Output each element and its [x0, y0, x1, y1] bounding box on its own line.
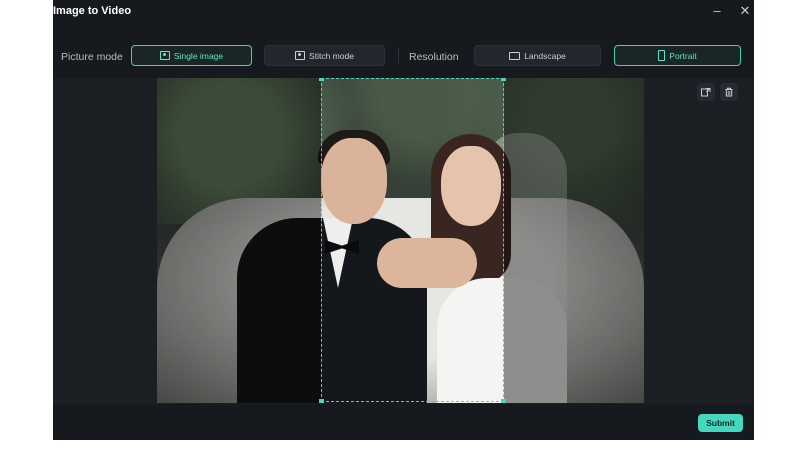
- portrait-label: Portrait: [669, 50, 697, 61]
- crop-mask-left: [157, 78, 321, 403]
- portrait-icon: [658, 50, 666, 61]
- toolbar-divider: [398, 48, 399, 63]
- picture-mode-label: Picture mode: [61, 51, 123, 63]
- image-icon: [159, 51, 170, 60]
- single-image-button[interactable]: Single image: [131, 45, 252, 66]
- crop-mask-right: [504, 78, 644, 403]
- image-to-video-dialog: Image to Video – ✕ Picture mode Single i…: [53, 0, 754, 440]
- preview-canvas: [53, 78, 754, 404]
- landscape-button[interactable]: Landscape: [474, 45, 601, 66]
- single-image-label: Single image: [173, 50, 224, 61]
- landscape-icon: [509, 51, 521, 60]
- stitch-mode-button[interactable]: Stitch mode: [264, 45, 385, 66]
- portrait-button[interactable]: Portrait: [614, 45, 741, 66]
- resolution-label: Resolution: [409, 51, 459, 63]
- close-icon[interactable]: ✕: [738, 4, 752, 18]
- crop-handle-top-left[interactable]: [319, 78, 324, 81]
- crop-handle-bottom-right[interactable]: [501, 399, 506, 403]
- wedding-photo: [157, 78, 644, 403]
- replace-image-icon[interactable]: [697, 83, 715, 101]
- crop-frame[interactable]: [319, 78, 506, 403]
- dialog-title: Image to Video: [53, 5, 132, 17]
- crop-handle-top-right[interactable]: [501, 78, 506, 81]
- stitch-image-icon: [295, 51, 306, 60]
- trash-icon[interactable]: [720, 83, 738, 101]
- crop-handle-bottom-left[interactable]: [319, 399, 324, 403]
- minimize-icon[interactable]: –: [710, 4, 724, 18]
- submit-button[interactable]: Submit: [698, 414, 743, 432]
- stitch-mode-label: Stitch mode: [309, 50, 354, 61]
- title-bar: Image to Video – ✕: [53, 0, 754, 24]
- landscape-label: Landscape: [524, 50, 566, 61]
